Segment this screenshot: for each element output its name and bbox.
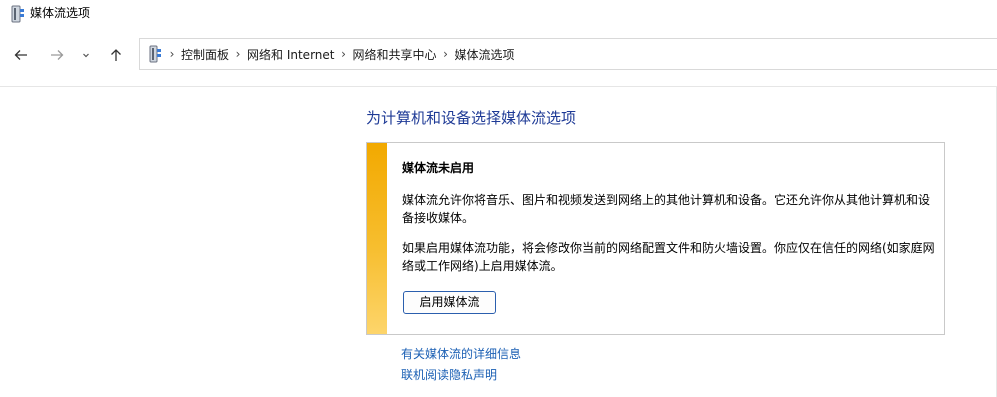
breadcrumb-control-panel[interactable]: 控制面板 [181, 46, 229, 63]
media-streaming-info-link[interactable]: 有关媒体流的详细信息 [401, 345, 521, 362]
recent-locations-button[interactable] [75, 42, 97, 68]
back-button[interactable] [8, 42, 34, 68]
content-divider [0, 86, 997, 87]
chevron-down-icon [83, 53, 89, 58]
enable-media-streaming-button[interactable]: 启用媒体流 [403, 291, 496, 314]
window-title: 媒体流选项 [30, 6, 91, 20]
breadcrumb-media-streaming-options[interactable]: 媒体流选项 [455, 46, 515, 63]
control-panel-icon [149, 45, 161, 63]
warning-stripe [367, 143, 387, 334]
breadcrumb-network-sharing-center[interactable]: 网络和共享中心 [352, 46, 436, 63]
panel-title: 媒体流未启用 [402, 161, 475, 175]
privacy-statement-link[interactable]: 联机阅读隐私声明 [401, 366, 497, 383]
media-streaming-panel: 媒体流未启用 媒体流允许你将音乐、图片和视频发送到网络上的其他计算机和设备。它还… [366, 142, 945, 335]
forward-button[interactable] [44, 42, 70, 68]
arrow-left-icon [14, 50, 27, 60]
breadcrumb-separator-icon: › [235, 47, 241, 61]
arrow-right-icon [51, 50, 64, 60]
media-streaming-icon [11, 5, 24, 23]
breadcrumb-separator-icon: › [341, 47, 346, 61]
page-heading: 为计算机和设备选择媒体流选项 [366, 109, 577, 127]
breadcrumb-network-internet[interactable]: 网络和 Internet [247, 46, 334, 63]
title-bar: 媒体流选项 [0, 0, 997, 30]
breadcrumb-separator-icon: › [443, 47, 448, 61]
arrow-up-icon [111, 49, 121, 61]
panel-description: 媒体流允许你将音乐、图片和视频发送到网络上的其他计算机和设备。它还允许你从其他计… [402, 193, 931, 225]
navigation-bar: › 控制面板 › 网络和 Internet › 网络和共享中心 › 媒体流选项 [0, 36, 997, 74]
panel-warning-text: 如果启用媒体流功能，将会修改你当前的网络配置文件和防火墙设置。你应仅在信任的网络… [402, 241, 935, 273]
breadcrumb-separator-icon: › [169, 47, 175, 61]
up-button[interactable] [103, 42, 129, 68]
address-bar[interactable]: › 控制面板 › 网络和 Internet › 网络和共享中心 › 媒体流选项 [139, 38, 997, 70]
